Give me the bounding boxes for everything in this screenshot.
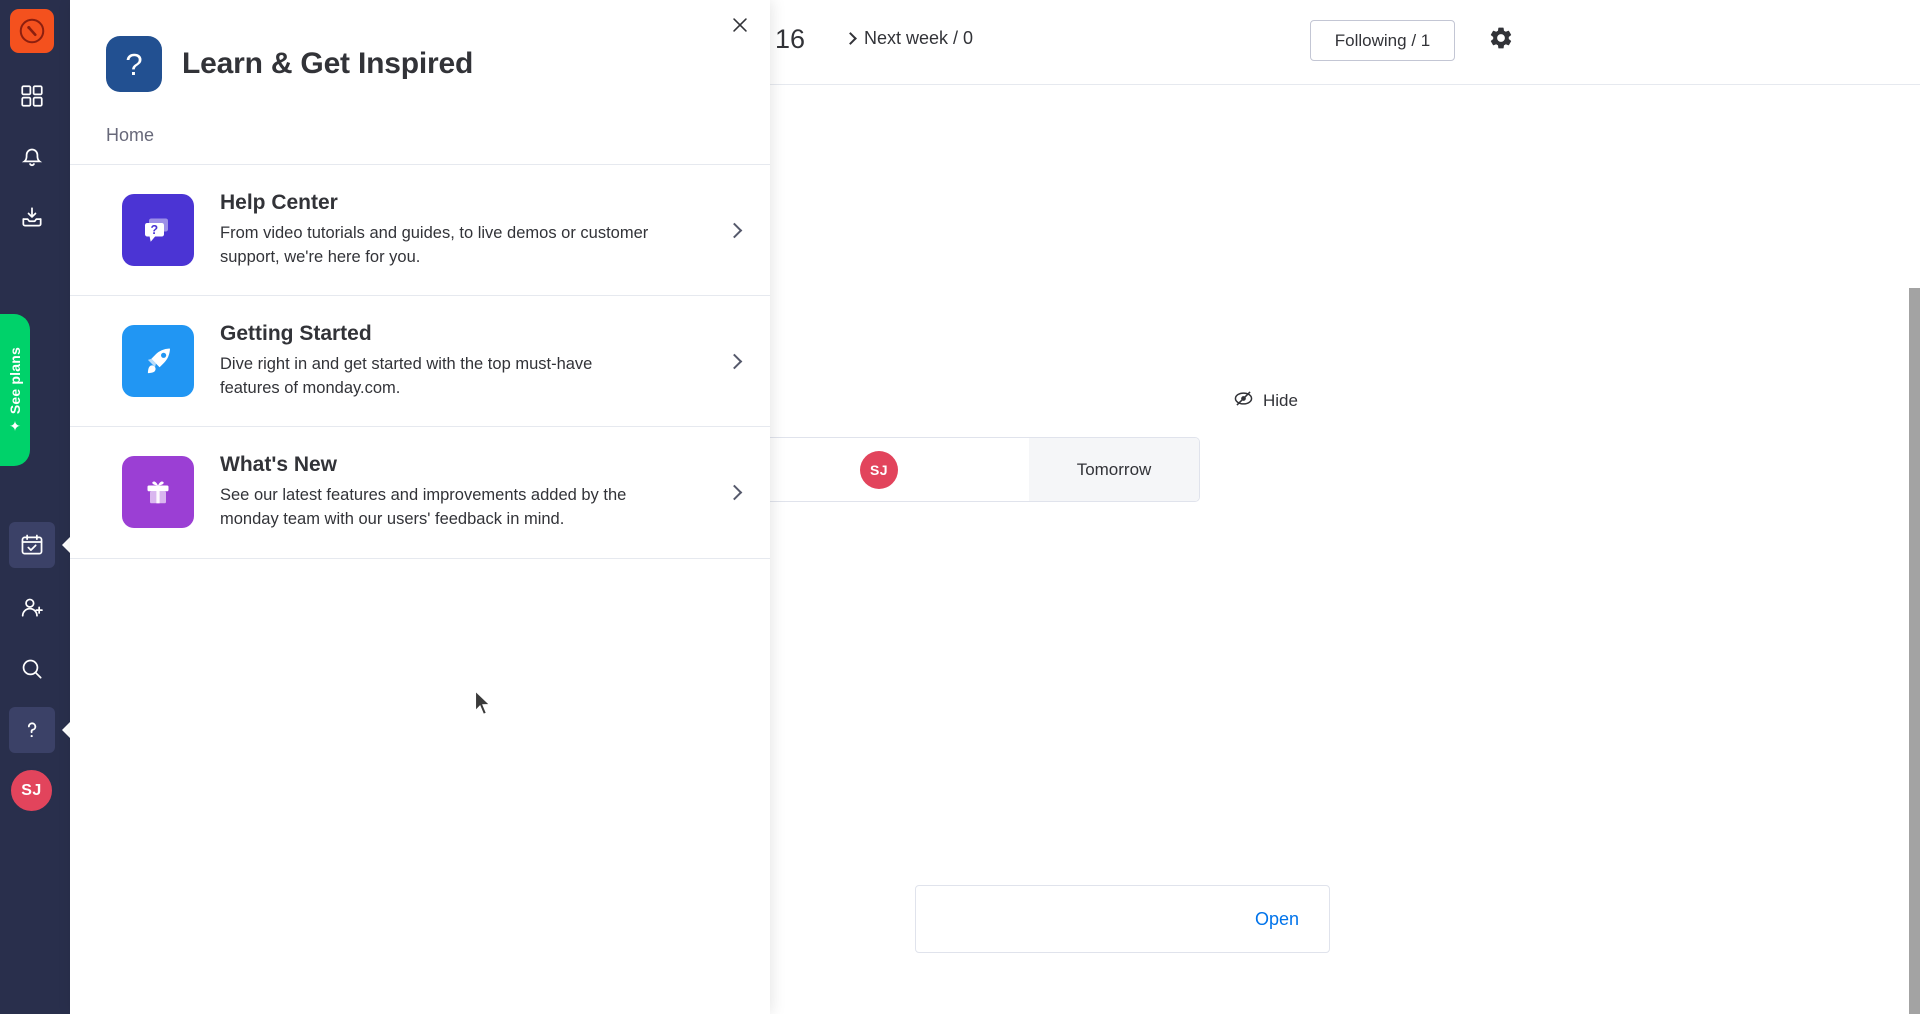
sidebar-item-help[interactable] xyxy=(9,707,55,753)
avatar[interactable]: SJ xyxy=(860,451,898,489)
list-item-description: From video tutorials and guides, to live… xyxy=(220,224,649,266)
gear-icon xyxy=(1488,25,1514,56)
next-week-toggle[interactable]: Next week / 0 xyxy=(844,28,974,49)
see-plans-label: See plans xyxy=(7,346,23,415)
vertical-scrollbar[interactable] xyxy=(1909,288,1920,1014)
list-item-description: See our latest features and improvements… xyxy=(220,486,627,528)
hide-button[interactable]: Hide xyxy=(1233,388,1298,414)
open-card: Open xyxy=(915,885,1330,953)
list-item[interactable]: ? Help Center From video tutorials and g… xyxy=(70,165,770,297)
inbox-down-icon xyxy=(19,205,45,231)
sidebar-item-my-work[interactable] xyxy=(9,522,55,568)
close-button[interactable] xyxy=(723,10,757,44)
chevron-right-icon xyxy=(844,32,857,45)
search-icon xyxy=(19,656,45,682)
gift-icon xyxy=(122,456,194,529)
left-navigation-rail: See plans ✦ SJ xyxy=(0,0,73,1014)
app-root: 16 Next week / 0 Following / 1 Tomorrow xyxy=(0,0,1920,1014)
panel-item-list: ? Help Center From video tutorials and g… xyxy=(70,164,770,559)
settings-button[interactable] xyxy=(1482,21,1520,59)
hide-label: Hide xyxy=(1263,391,1298,410)
list-item-body: Getting Started Dive right in and get st… xyxy=(220,322,722,400)
open-link[interactable]: Open xyxy=(1255,909,1299,930)
close-icon xyxy=(729,14,751,41)
svg-text:?: ? xyxy=(150,223,158,237)
sidebar-item-inbox[interactable] xyxy=(9,195,55,241)
sparkle-icon: ✦ xyxy=(9,418,21,435)
sidebar-item-home[interactable] xyxy=(9,73,55,119)
list-item[interactable]: What's New See our latest features and i… xyxy=(70,427,770,559)
learn-and-get-inspired-panel: ? Learn & Get Inspired Home ? Help Cente… xyxy=(70,0,770,1014)
sidebar-item-search[interactable] xyxy=(9,646,55,692)
bell-icon xyxy=(19,143,45,169)
monday-logo-icon[interactable] xyxy=(10,9,54,53)
list-item-body: Help Center From video tutorials and gui… xyxy=(220,191,722,269)
task-due-label: Tomorrow xyxy=(1076,459,1152,479)
day-number: 16 xyxy=(775,24,806,54)
chevron-right-icon xyxy=(722,222,746,238)
breadcrumb[interactable]: Home xyxy=(70,92,770,164)
chevron-right-icon xyxy=(722,484,746,501)
question-mark-icon xyxy=(19,717,45,743)
see-plans-badge[interactable]: See plans ✦ xyxy=(0,314,30,466)
chat-question-icon: ? xyxy=(122,194,194,267)
rocket-icon xyxy=(122,325,194,398)
chevron-right-icon xyxy=(722,353,746,370)
question-mark-icon: ? xyxy=(106,36,162,92)
following-label: Following / 1 xyxy=(1334,30,1431,50)
page-title: Learn & Get Inspired xyxy=(182,47,474,80)
sidebar-item-notifications[interactable] xyxy=(9,133,55,179)
next-week-label: Next week / 0 xyxy=(864,28,974,48)
panel-header: ? Learn & Get Inspired xyxy=(70,0,770,92)
eye-slash-icon xyxy=(1233,388,1254,414)
list-item-title: What's New xyxy=(220,453,338,477)
grid-icon xyxy=(19,83,45,109)
list-item[interactable]: Getting Started Dive right in and get st… xyxy=(70,296,770,428)
task-due-cell[interactable]: Tomorrow xyxy=(1029,438,1199,501)
following-button[interactable]: Following / 1 xyxy=(1310,20,1455,61)
avatar[interactable]: SJ xyxy=(9,768,54,813)
user-plus-icon xyxy=(19,595,45,621)
sidebar-item-invite[interactable] xyxy=(9,585,55,631)
list-item-body: What's New See our latest features and i… xyxy=(220,453,722,531)
list-item-description: Dive right in and get started with the t… xyxy=(220,355,593,397)
list-item-title: Help Center xyxy=(220,191,338,214)
list-item-title: Getting Started xyxy=(220,322,372,346)
calendar-check-icon xyxy=(19,532,45,558)
